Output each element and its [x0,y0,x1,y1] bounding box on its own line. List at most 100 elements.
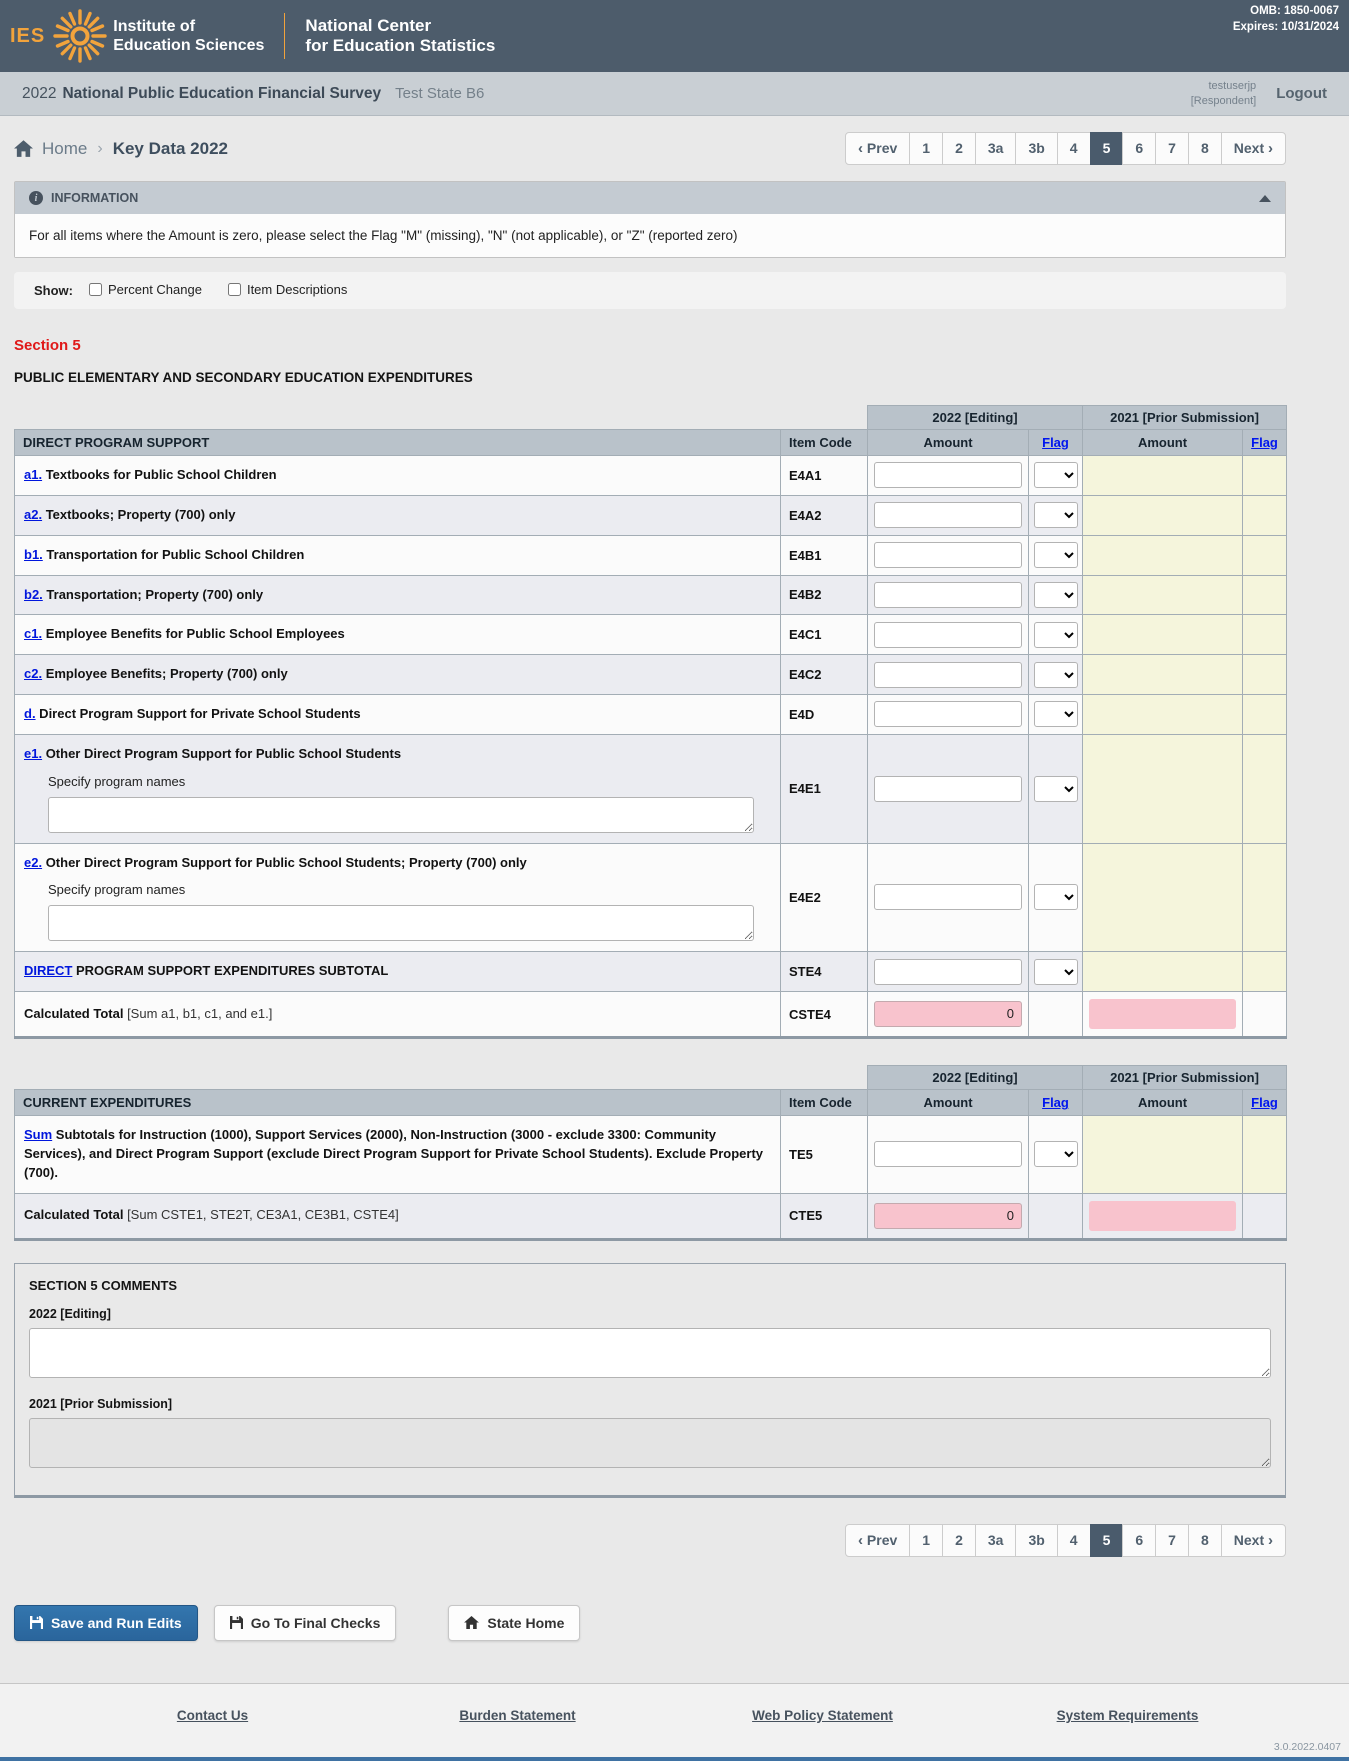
page-3a-button[interactable]: 3a [975,132,1017,165]
row-link-a2[interactable]: a2. [24,507,42,522]
specify-textarea-E4E2[interactable] [48,905,754,941]
flag-select-2022-E4C2[interactable] [1034,662,1078,688]
flag-select-2022-TE5[interactable] [1034,1141,1078,1167]
footer-link-burden-statement[interactable]: Burden Statement [365,1708,670,1723]
amount-input-2022-E4C1[interactable] [874,622,1022,648]
item-code-TE5: TE5 [781,1116,868,1194]
amount-input-2022-TE5[interactable] [874,1141,1022,1167]
breadcrumb-home-link[interactable]: Home [42,139,87,159]
flag-select-2022-E4B2[interactable] [1034,582,1078,608]
amount-input-2022-E4C2[interactable] [874,662,1022,688]
page-prev-button[interactable]: ‹ Prev [845,1524,910,1557]
show-option-label: Item Descriptions [247,282,347,297]
page-5-button[interactable]: 5 [1090,1524,1124,1557]
table-row-E4C2: c2. Employee Benefits; Property (700) on… [15,655,1287,695]
flag-header-link[interactable]: Flag [1042,435,1069,450]
flag-select-2022-E4D[interactable] [1034,701,1078,727]
flag-select-2022-E4E2[interactable] [1034,884,1078,910]
footer-link-web-policy-statement[interactable]: Web Policy Statement [670,1708,975,1723]
table-row-E4B2: b2. Transportation; Property (700) onlyE… [15,575,1287,615]
footer-accent-strip [0,1757,1349,1761]
page-3b-button[interactable]: 3b [1015,132,1057,165]
pagination-bottom: ‹ Prev123a3b45678Next › [845,1524,1286,1557]
page-prev-button[interactable]: ‹ Prev [845,132,910,165]
page-5-button[interactable]: 5 [1090,132,1124,165]
footer-link-contact-us[interactable]: Contact Us [60,1708,365,1723]
row-link-d[interactable]: d. [24,706,36,721]
item-descriptions-checkbox[interactable] [228,283,241,296]
specify-textarea-E4E1[interactable] [48,797,754,833]
comments-2022-textarea[interactable] [29,1328,1271,1378]
year-2022-header: 2022 [Editing] [868,1066,1083,1090]
flag-select-2022-E4C1[interactable] [1034,622,1078,648]
amount-input-2022-E4E2[interactable] [874,884,1022,910]
page-next-button[interactable]: Next › [1221,1524,1286,1557]
page-6-button[interactable]: 6 [1122,132,1156,165]
institute-line2: Education Sciences [113,36,264,55]
page-2-button[interactable]: 2 [942,1524,976,1557]
flag-select-2022-STE4[interactable] [1034,959,1078,985]
page-8-button[interactable]: 8 [1188,1524,1222,1557]
flag-header-link[interactable]: Flag [1251,435,1278,450]
item-code-E4E1: E4E1 [781,734,868,843]
nces-line2: for Education Statistics [305,36,495,56]
amount-2021-cell [1083,1193,1243,1239]
flag-select-2022-E4B1[interactable] [1034,542,1078,568]
amount-input-2022-E4D[interactable] [874,701,1022,727]
row-link-c2[interactable]: c2. [24,666,42,681]
flag-2021-cell [1243,575,1287,615]
page-2-button[interactable]: 2 [942,132,976,165]
page-1-button[interactable]: 1 [909,132,943,165]
logout-link[interactable]: Logout [1276,85,1327,102]
flag-2022-cell [1029,655,1083,695]
amount-input-2022-E4B2[interactable] [874,582,1022,608]
footer-link-system-requirements[interactable]: System Requirements [975,1708,1280,1723]
flag-select-2022-E4A2[interactable] [1034,502,1078,528]
survey-year: 2022 [22,85,56,103]
amount-2021-header: Amount [1083,430,1243,456]
go-to-final-checks-button[interactable]: Go To Final Checks [214,1605,397,1641]
amount-input-2022-E4E1[interactable] [874,776,1022,802]
page-7-button[interactable]: 7 [1155,1524,1189,1557]
section-subtitle: PUBLIC ELEMENTARY AND SECONDARY EDUCATIO… [14,370,1286,385]
row-link-c1[interactable]: c1. [24,626,42,641]
amount-input-2022-E4A1[interactable] [874,462,1022,488]
comments-title: SECTION 5 COMMENTS [29,1278,1271,1293]
row-label-cell: DIRECT PROGRAM SUPPORT EXPENDITURES SUBT… [15,952,781,992]
flag-2022-header: Flag [1029,1090,1083,1116]
flag-2021-cell [1243,1116,1287,1194]
table2-title: CURRENT EXPENDITURES [15,1090,781,1116]
flag-header-link[interactable]: Flag [1042,1095,1069,1110]
show-option-percent-change[interactable]: Percent Change [89,282,202,297]
row-link-e2[interactable]: e2. [24,855,42,870]
row-link-b2[interactable]: b2. [24,587,43,602]
page-1-button[interactable]: 1 [909,1524,943,1557]
flag-select-2022-E4E1[interactable] [1034,776,1078,802]
row-link-sum[interactable]: Sum [24,1127,52,1142]
page-6-button[interactable]: 6 [1122,1524,1156,1557]
specify-label: Specify program names [48,881,771,900]
page-3b-button[interactable]: 3b [1015,1524,1057,1557]
amount-input-2022-E4B1[interactable] [874,542,1022,568]
page-next-button[interactable]: Next › [1221,132,1286,165]
page-4-button[interactable]: 4 [1057,132,1091,165]
page-7-button[interactable]: 7 [1155,132,1189,165]
show-option-item-descriptions[interactable]: Item Descriptions [228,282,347,297]
amount-input-2022-STE4[interactable] [874,959,1022,985]
row-link-b1[interactable]: b1. [24,547,43,562]
amount-2022-cell [868,734,1029,843]
percent-change-checkbox[interactable] [89,283,102,296]
row-link-a1[interactable]: a1. [24,467,42,482]
collapse-chevron-icon[interactable] [1259,195,1271,202]
amount-input-2022-E4A2[interactable] [874,502,1022,528]
save-and-run-edits-button[interactable]: Save and Run Edits [14,1605,198,1641]
username: testuserjp [1191,79,1256,94]
state-home-button[interactable]: State Home [448,1605,580,1641]
page-3a-button[interactable]: 3a [975,1524,1017,1557]
flag-header-link[interactable]: Flag [1251,1095,1278,1110]
row-link-e1[interactable]: e1. [24,746,42,761]
row-link-direct[interactable]: DIRECT [24,963,72,978]
page-8-button[interactable]: 8 [1188,132,1222,165]
flag-select-2022-E4A1[interactable] [1034,462,1078,488]
page-4-button[interactable]: 4 [1057,1524,1091,1557]
